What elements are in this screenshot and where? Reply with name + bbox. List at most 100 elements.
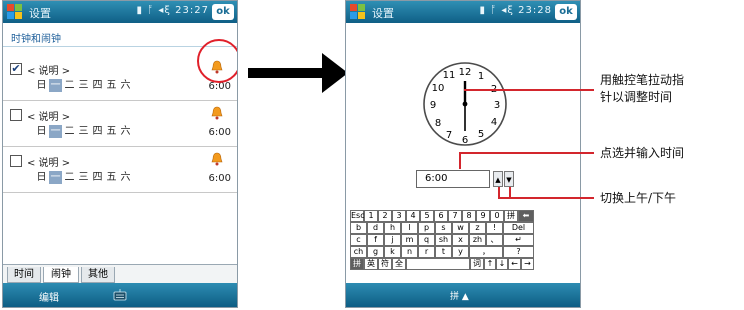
key-0[interactable]: 0	[490, 210, 504, 222]
day-wed[interactable]: 三	[77, 171, 90, 184]
key-m[interactable]: m	[401, 234, 418, 246]
windows-start-icon[interactable]	[350, 4, 366, 20]
alarm-checkbox[interactable]: ✔	[10, 63, 22, 75]
key-j[interactable]: j	[384, 234, 401, 246]
key-sh[interactable]: sh	[435, 234, 452, 246]
edit-softkey[interactable]: 编辑	[39, 289, 59, 304]
key-9[interactable]: 9	[476, 210, 490, 222]
key-comma[interactable]: ，	[469, 246, 503, 258]
key-right[interactable]: →	[521, 258, 534, 270]
key-k[interactable]: k	[384, 246, 401, 258]
alarm-time[interactable]: 6:00	[209, 173, 231, 184]
key-s[interactable]: s	[435, 222, 452, 234]
day-fri[interactable]: 五	[105, 125, 118, 138]
alarm-checkbox[interactable]	[10, 155, 22, 167]
key-6[interactable]: 6	[434, 210, 448, 222]
day-mon[interactable]: 一	[49, 79, 62, 92]
day-mon[interactable]: 一	[49, 171, 62, 184]
day-sun[interactable]: 日	[35, 125, 48, 138]
key-t[interactable]: t	[435, 246, 452, 258]
day-tue[interactable]: 二	[63, 171, 76, 184]
key-f[interactable]: f	[367, 234, 384, 246]
alarm-description[interactable]: < 说明 >	[27, 154, 70, 169]
alarm-row[interactable]: < 说明 > 日一二三四五六 6:00	[3, 147, 237, 193]
day-thu[interactable]: 四	[91, 125, 104, 138]
key-w[interactable]: w	[452, 222, 469, 234]
alarm-bell-icon[interactable]	[211, 106, 223, 120]
key-h[interactable]: h	[384, 222, 401, 234]
key-left[interactable]: ←	[508, 258, 521, 270]
day-sat[interactable]: 六	[119, 171, 132, 184]
key-phrase[interactable]: 词	[470, 258, 484, 270]
key-1[interactable]: 1	[364, 210, 378, 222]
day-mon[interactable]: 一	[49, 125, 62, 138]
key-r[interactable]: r	[418, 246, 435, 258]
key-pinyin-mode[interactable]: 拼	[350, 258, 364, 270]
alarm-row[interactable]: < 说明 > 日一二三四五六 6:00	[3, 101, 237, 147]
key-symbol-mode[interactable]: 符	[378, 258, 392, 270]
alarm-description[interactable]: < 说明 >	[27, 62, 70, 77]
clock-number-9: 9	[430, 100, 436, 111]
key-pinyin[interactable]: 拼	[504, 210, 518, 222]
alarm-bell-icon[interactable]	[211, 152, 223, 166]
day-fri[interactable]: 五	[105, 171, 118, 184]
key-x[interactable]: x	[452, 234, 469, 246]
windows-start-icon[interactable]	[7, 4, 23, 20]
day-tue[interactable]: 二	[63, 125, 76, 138]
alarm-checkbox[interactable]	[10, 109, 22, 121]
day-thu[interactable]: 四	[91, 79, 104, 92]
key-exclaim[interactable]: !	[486, 222, 503, 234]
day-sat[interactable]: 六	[119, 125, 132, 138]
am-pm-up-button[interactable]: ▲	[493, 171, 503, 187]
key-l[interactable]: l	[401, 222, 418, 234]
key-backspace[interactable]: ⬅	[518, 210, 534, 222]
key-down[interactable]: ↓	[496, 258, 508, 270]
key-p[interactable]: p	[418, 222, 435, 234]
am-pm-down-button[interactable]: ▼	[504, 171, 514, 187]
ok-button[interactable]: ok	[212, 4, 234, 20]
key-n[interactable]: n	[401, 246, 418, 258]
key-english-mode[interactable]: 英	[364, 258, 378, 270]
key-2[interactable]: 2	[378, 210, 392, 222]
day-thu[interactable]: 四	[91, 171, 104, 184]
key-4[interactable]: 4	[406, 210, 420, 222]
analog-clock[interactable]: 12 11 1 10 2 9 3 8 4 7 5 6	[422, 61, 508, 147]
key-question[interactable]: ?	[503, 246, 534, 258]
ok-button[interactable]: ok	[555, 4, 577, 20]
key-comma-cn[interactable]: 、	[486, 234, 503, 246]
day-wed[interactable]: 三	[77, 79, 90, 92]
key-5[interactable]: 5	[420, 210, 434, 222]
tab-time[interactable]: 时间	[7, 267, 41, 283]
day-wed[interactable]: 三	[77, 125, 90, 138]
alarm-description[interactable]: < 说明 >	[27, 108, 70, 123]
key-c[interactable]: c	[350, 234, 367, 246]
key-8[interactable]: 8	[462, 210, 476, 222]
key-z[interactable]: z	[469, 222, 486, 234]
key-up[interactable]: ↑	[484, 258, 496, 270]
input-panel-icon[interactable]	[113, 288, 127, 302]
day-sun[interactable]: 日	[35, 79, 48, 92]
day-tue[interactable]: 二	[63, 79, 76, 92]
key-ch[interactable]: ch	[350, 246, 367, 258]
key-d[interactable]: d	[367, 222, 384, 234]
day-sun[interactable]: 日	[35, 171, 48, 184]
tab-alarms[interactable]: 闹钟	[43, 267, 79, 283]
key-y[interactable]: y	[452, 246, 469, 258]
day-sat[interactable]: 六	[119, 79, 132, 92]
key-fullwidth[interactable]: 全	[392, 258, 406, 270]
key-3[interactable]: 3	[392, 210, 406, 222]
key-7[interactable]: 7	[448, 210, 462, 222]
alarm-time[interactable]: 6:00	[209, 127, 231, 138]
time-field[interactable]: 6:00	[416, 170, 490, 188]
key-g[interactable]: g	[367, 246, 384, 258]
key-space[interactable]	[406, 258, 470, 270]
key-q[interactable]: q	[418, 234, 435, 246]
key-esc[interactable]: Esc	[350, 210, 365, 222]
input-method-selector[interactable]: 拼 ▲	[450, 289, 469, 302]
key-zh[interactable]: zh	[469, 234, 486, 246]
day-fri[interactable]: 五	[105, 79, 118, 92]
key-b[interactable]: b	[350, 222, 367, 234]
key-del[interactable]: Del	[503, 222, 534, 234]
tab-other[interactable]: 其他	[81, 267, 115, 283]
key-enter[interactable]: ↵	[503, 234, 534, 246]
